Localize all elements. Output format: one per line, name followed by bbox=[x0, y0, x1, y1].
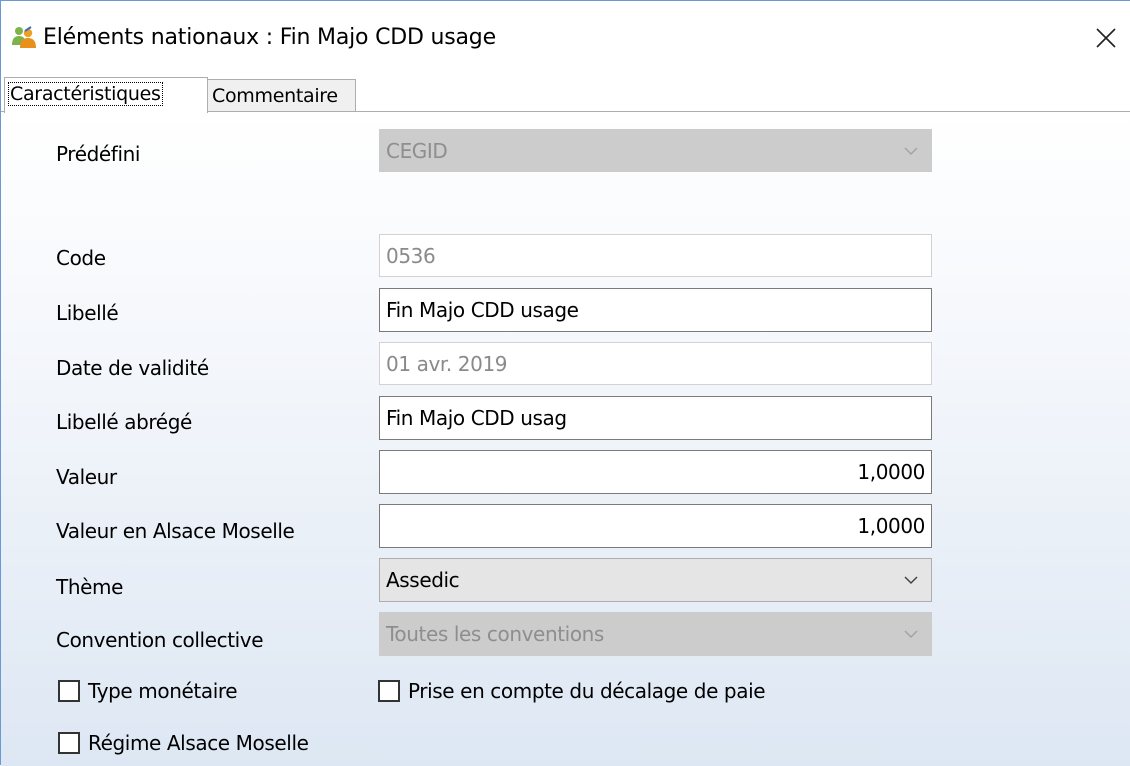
users-icon bbox=[11, 25, 37, 49]
libelle-value: Fin Majo CDD usage bbox=[386, 298, 579, 322]
close-button[interactable] bbox=[1091, 23, 1121, 53]
date-validite-value: 01 avr. 2019 bbox=[386, 351, 508, 376]
convention-label: Convention collective bbox=[56, 628, 264, 652]
code-value: 0536 bbox=[386, 243, 436, 268]
type-monetaire-checkbox-row[interactable]: Type monétaire bbox=[58, 678, 238, 704]
convention-value: Toutes les conventions bbox=[386, 622, 604, 646]
tab-label: Commentaire bbox=[212, 85, 338, 107]
title-bar: Eléments nationaux : Fin Majo CDD usage bbox=[1, 1, 1130, 75]
libelle-label: Libellé bbox=[56, 301, 119, 325]
valeur-alsace-value: 1,0000 bbox=[857, 514, 925, 538]
decalage-paie-checkbox-row[interactable]: Prise en compte du décalage de paie bbox=[378, 678, 766, 704]
regime-alsace-label: Régime Alsace Moselle bbox=[88, 731, 309, 755]
tab-panel-caracteristiques: Prédéfini CEGID Code 0536 Libellé Fin Ma… bbox=[1, 112, 1130, 766]
close-icon[interactable] bbox=[1095, 27, 1117, 49]
convention-select: Toutes les conventions bbox=[379, 612, 932, 656]
type-monetaire-checkbox[interactable] bbox=[58, 680, 80, 702]
predefini-label: Prédéfini bbox=[56, 142, 141, 166]
regime-alsace-checkbox[interactable] bbox=[58, 732, 80, 754]
chevron-down-icon bbox=[904, 146, 918, 155]
chevron-down-icon bbox=[904, 576, 918, 585]
libelle-field[interactable]: Fin Majo CDD usage bbox=[379, 288, 932, 332]
decalage-paie-label: Prise en compte du décalage de paie bbox=[408, 679, 766, 703]
valeur-label: Valeur bbox=[56, 465, 117, 489]
code-field: 0536 bbox=[379, 234, 932, 277]
valeur-field[interactable]: 1,0000 bbox=[379, 450, 932, 494]
tab-strip: Caractéristiques Commentaire bbox=[1, 75, 1130, 113]
valeur-value: 1,0000 bbox=[857, 460, 925, 484]
code-label: Code bbox=[56, 246, 106, 270]
decalage-paie-checkbox[interactable] bbox=[378, 680, 400, 702]
regime-alsace-checkbox-row[interactable]: Régime Alsace Moselle bbox=[58, 730, 309, 756]
date-validite-label: Date de validité bbox=[56, 356, 209, 380]
tab-label: Caractéristiques bbox=[8, 82, 163, 106]
theme-select[interactable]: Assedic bbox=[379, 558, 932, 602]
valeur-alsace-field[interactable]: 1,0000 bbox=[379, 504, 932, 548]
window-title: Eléments nationaux : Fin Majo CDD usage bbox=[43, 25, 496, 50]
chevron-down-icon bbox=[904, 630, 918, 639]
predefini-value: CEGID bbox=[386, 138, 448, 163]
dialog-window: Eléments nationaux : Fin Majo CDD usage … bbox=[0, 0, 1130, 766]
valeur-alsace-label: Valeur en Alsace Moselle bbox=[56, 519, 295, 543]
libelle-abrege-label: Libellé abrégé bbox=[56, 410, 192, 434]
libelle-abrege-value: Fin Majo CDD usag bbox=[386, 406, 567, 430]
theme-value: Assedic bbox=[386, 568, 460, 592]
tab-commentaire[interactable]: Commentaire bbox=[208, 79, 356, 111]
tab-caracteristiques[interactable]: Caractéristiques bbox=[4, 77, 208, 113]
type-monetaire-label: Type monétaire bbox=[88, 679, 238, 703]
date-validite-field: 01 avr. 2019 bbox=[379, 342, 932, 385]
theme-label: Thème bbox=[56, 575, 123, 599]
predefini-select: CEGID bbox=[379, 129, 932, 172]
libelle-abrege-field[interactable]: Fin Majo CDD usag bbox=[379, 396, 932, 440]
